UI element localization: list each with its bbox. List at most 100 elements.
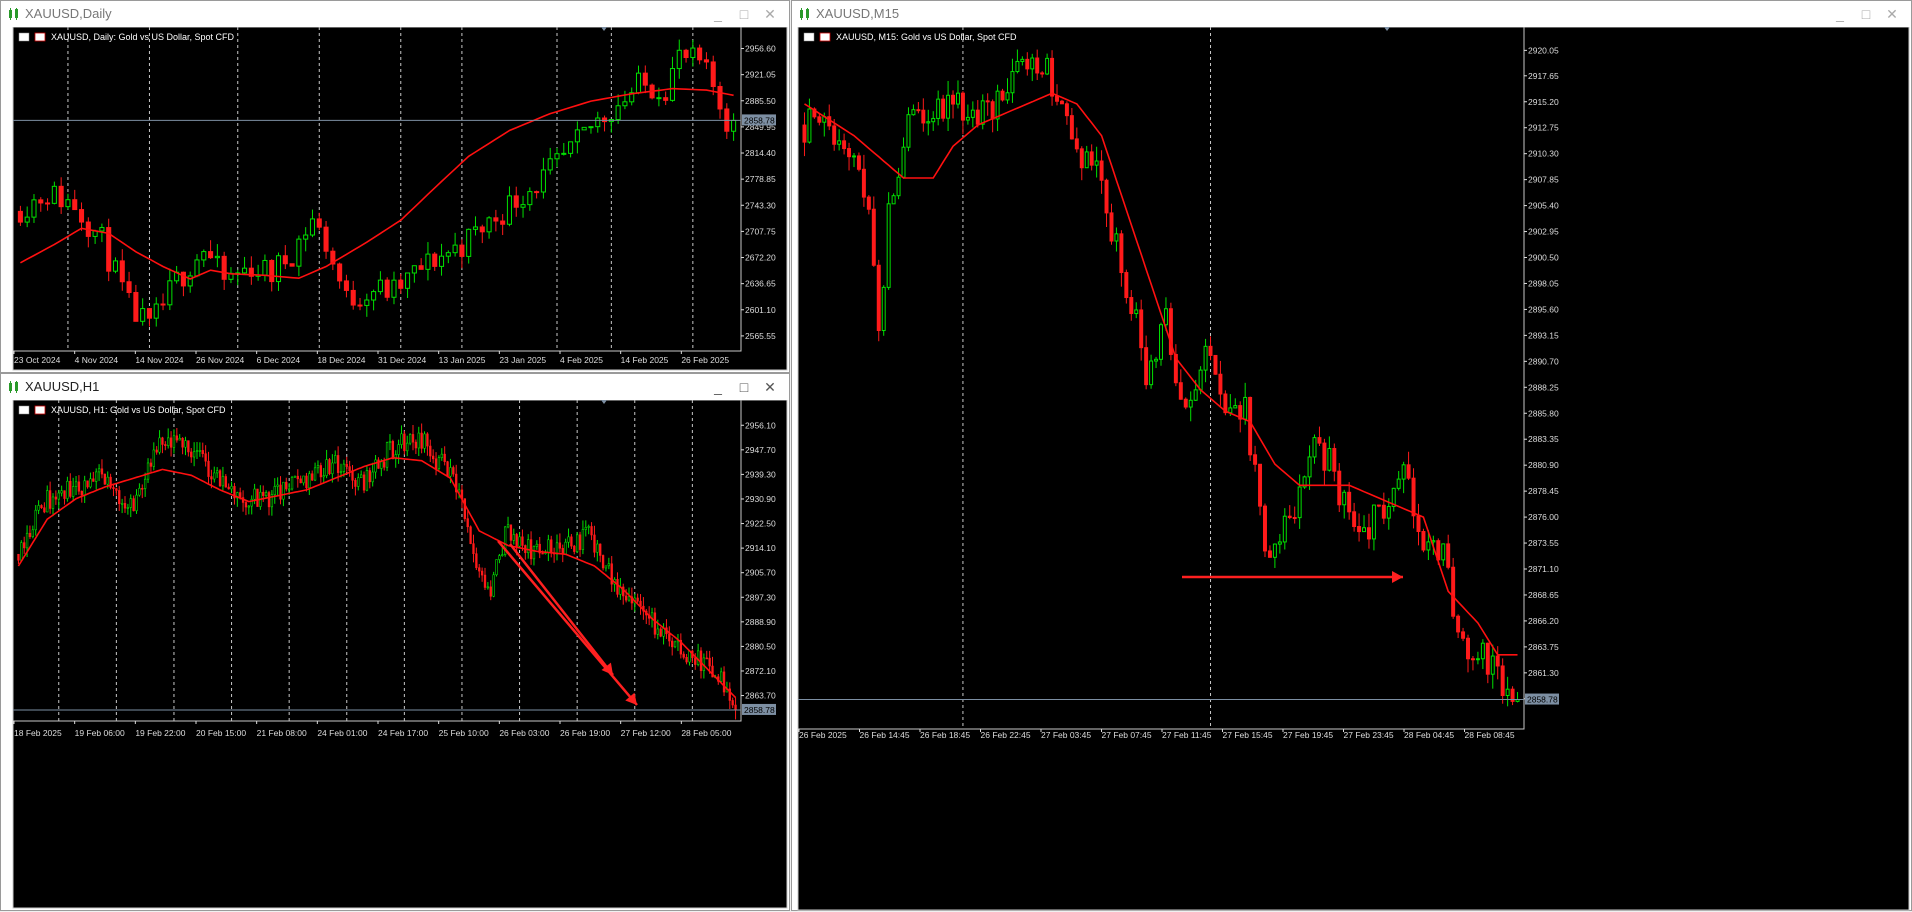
candle-body — [331, 462, 334, 475]
candle-body — [697, 47, 703, 61]
titlebar-h1[interactable]: XAUUSD,H1 _ □ ✕ — [1, 374, 789, 400]
candle-body — [1505, 688, 1510, 697]
candle-body — [282, 255, 288, 265]
maximize-button[interactable]: □ — [733, 377, 755, 397]
close-button[interactable]: ✕ — [1881, 4, 1903, 24]
candle-body — [247, 505, 251, 508]
h1-chart[interactable]: XAUUSD, H1: Gold vs US Dollar, Spot CFD 2… — [1, 400, 789, 910]
y-tick-label: 2914.10 — [745, 543, 776, 553]
candle-body — [1144, 347, 1149, 386]
candle-body — [1154, 358, 1159, 362]
candle-body — [1059, 100, 1064, 105]
candle-body — [901, 146, 906, 178]
close-button[interactable]: ✕ — [759, 4, 781, 24]
candle-body — [731, 119, 737, 132]
candle — [469, 525, 472, 545]
window-h1[interactable]: XAUUSD,H1 _ □ ✕ XAUUSD, H1: Gold vs US D… — [0, 373, 790, 911]
y-tick-label: 2871.10 — [1528, 564, 1559, 574]
x-tick-label: 27 Feb 23:45 — [1344, 730, 1394, 740]
candle-body — [1099, 160, 1104, 181]
candle-body — [1114, 233, 1119, 242]
maximize-button[interactable]: □ — [733, 4, 755, 24]
candle-body — [532, 546, 536, 560]
candle-body — [194, 259, 200, 277]
symbol-header-text: XAUUSD, M15: Gold vs US Dollar, Spot CFD — [836, 32, 1017, 42]
candle-body — [362, 474, 366, 491]
candle-body — [584, 527, 587, 530]
y-tick-label: 2814.40 — [745, 148, 776, 158]
candle-body — [1089, 151, 1094, 166]
y-tick-label: 2863.70 — [745, 691, 776, 701]
candle-body — [459, 244, 465, 257]
candle-body — [103, 473, 107, 485]
minimize-button[interactable]: _ — [1829, 4, 1851, 24]
window-daily[interactable]: XAUUSD,Daily _ □ ✕ XAUUSD, Daily: Gold v… — [0, 0, 790, 373]
titlebar-m15[interactable]: XAUUSD,M15 _ □ ✕ — [792, 1, 1911, 27]
candle-body — [446, 461, 449, 477]
candle-body — [1337, 470, 1342, 506]
candle-body — [493, 217, 499, 222]
candle — [408, 433, 412, 446]
candle-body — [214, 255, 220, 259]
candle-body — [1213, 354, 1218, 375]
candle-body — [1183, 398, 1188, 408]
y-tick-label: 2939.30 — [745, 469, 776, 479]
candle-body — [418, 265, 424, 270]
candle-body — [1332, 448, 1337, 472]
candle — [1159, 322, 1163, 366]
candle-body — [856, 155, 861, 170]
y-tick-label: 2885.50 — [745, 96, 776, 106]
candle-body — [178, 437, 181, 441]
y-tick-label: 2743.30 — [745, 200, 776, 210]
candle-body — [54, 496, 58, 500]
candle-body — [472, 543, 475, 554]
candle-body — [1451, 566, 1456, 617]
candle-body — [527, 191, 533, 206]
candle — [437, 455, 441, 472]
candle — [328, 458, 331, 476]
maximize-button[interactable]: □ — [1855, 4, 1877, 24]
x-tick-label: 18 Dec 2024 — [317, 355, 365, 365]
candle-body — [837, 140, 842, 145]
x-tick-label: 26 Feb 22:45 — [981, 730, 1031, 740]
x-tick-label: 26 Feb 18:45 — [920, 730, 970, 740]
candle-body — [540, 169, 546, 193]
titlebar-daily[interactable]: XAUUSD,Daily _ □ ✕ — [1, 1, 789, 27]
x-tick-label: 6 Dec 2024 — [257, 355, 301, 365]
y-tick-label: 2947.70 — [745, 445, 776, 455]
x-tick-label: 23 Oct 2024 — [14, 355, 61, 365]
x-tick-label: 27 Feb 19:45 — [1283, 730, 1333, 740]
candle-body — [1149, 360, 1154, 386]
candle — [391, 439, 395, 460]
candle-body — [58, 185, 64, 208]
minimize-button[interactable]: _ — [707, 377, 729, 397]
candle-body — [1228, 407, 1233, 414]
candle-body — [881, 286, 886, 332]
candle-body — [403, 433, 406, 452]
candle — [1451, 557, 1456, 619]
candle-body — [466, 518, 469, 528]
minimize-button[interactable]: _ — [707, 4, 729, 24]
candle-body — [417, 432, 420, 449]
candle-body — [656, 97, 662, 100]
candle-body — [408, 434, 412, 444]
candle-body — [581, 529, 585, 550]
candle-body — [1357, 526, 1362, 533]
candle-body — [1263, 505, 1267, 552]
y-tick-label: 2707.75 — [745, 226, 776, 236]
candle — [495, 559, 498, 577]
m15-chart[interactable]: XAUUSD, M15: Gold vs US Dollar, Spot CFD… — [792, 27, 1911, 912]
close-button[interactable]: ✕ — [759, 377, 781, 397]
window-title: XAUUSD,H1 — [25, 379, 100, 394]
candle-body — [371, 471, 374, 483]
candle-body — [437, 457, 441, 470]
candle-body — [1272, 543, 1277, 558]
current-price-label: 2858.78 — [744, 705, 775, 715]
candle-body — [43, 507, 46, 513]
candle — [218, 469, 222, 488]
window-m15[interactable]: XAUUSD,M15 _ □ ✕ XAUUSD, M15: Gold vs US… — [791, 0, 1912, 911]
candle-body — [253, 488, 256, 500]
daily-chart[interactable]: XAUUSD, Daily: Gold vs US Dollar, Spot C… — [1, 27, 789, 372]
candle-body — [1253, 454, 1258, 465]
candle-body — [383, 461, 386, 468]
